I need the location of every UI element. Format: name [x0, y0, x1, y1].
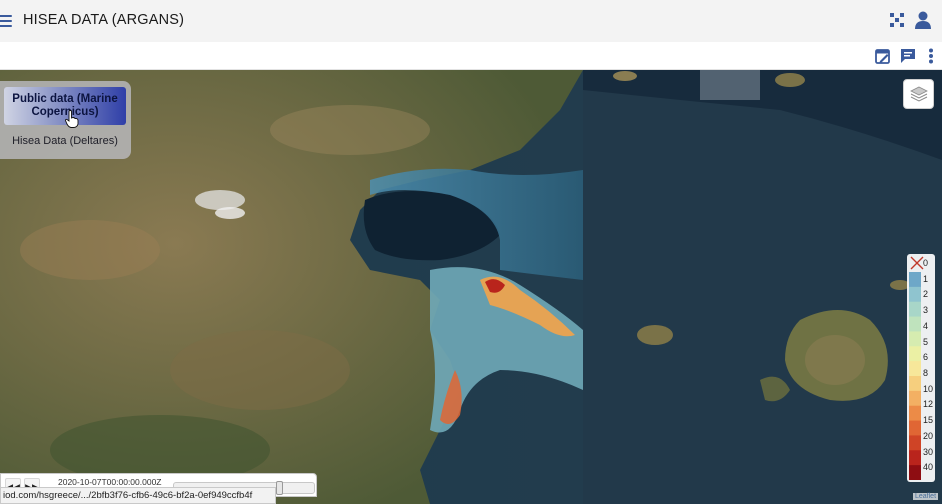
- comment-icon[interactable]: [899, 47, 917, 65]
- hamburger-menu-icon[interactable]: [0, 12, 12, 28]
- legend-label: 15: [923, 415, 934, 426]
- legend-label: 8: [923, 368, 929, 378]
- legend-swatch: [909, 286, 921, 303]
- hand-cursor-icon: [65, 110, 79, 128]
- legend-label: 1: [923, 273, 929, 284]
- legend-label: 2: [923, 289, 929, 300]
- legend-label: 30: [923, 446, 934, 457]
- legend-swatch: [909, 272, 921, 288]
- layer-item-hisea-data[interactable]: Hisea Data (Deltares): [4, 131, 126, 151]
- legend-swatch: [909, 465, 921, 480]
- legend-swatch: [909, 390, 921, 407]
- legend-label: 0: [923, 258, 929, 268]
- legend-label: 4: [923, 320, 929, 331]
- legend-swatch: [909, 361, 921, 377]
- legend-label: 3: [923, 305, 929, 316]
- app-title: HISEA DATA (ARGANS): [23, 12, 185, 28]
- app-bar: HISEA DATA (ARGANS): [0, 0, 942, 42]
- more-vertical-icon[interactable]: [922, 47, 940, 65]
- legend-swatch: [909, 435, 921, 451]
- color-legend: 0 1 2 3 4 5 6 8 10 12 15 20 30 40: [907, 254, 935, 482]
- close-icon[interactable]: [910, 256, 924, 270]
- legend-label: 10: [923, 383, 934, 394]
- legend-swatch: [909, 316, 921, 332]
- legend-label: 6: [923, 352, 929, 363]
- legend-swatch: [909, 376, 921, 392]
- legend-label: 5: [923, 336, 929, 347]
- legend-swatch: [909, 346, 921, 362]
- edit-calendar-icon[interactable]: [874, 47, 892, 65]
- time-slider-thumb[interactable]: [276, 481, 283, 495]
- map-toolbar: [0, 42, 942, 70]
- legend-swatch: [909, 331, 921, 347]
- apps-grid-icon[interactable]: [889, 12, 905, 28]
- legend-label: 20: [923, 430, 934, 441]
- legend-swatch: [909, 301, 921, 318]
- layers-button[interactable]: [903, 79, 934, 109]
- legend-color-bar: [909, 272, 921, 480]
- legend-swatch: [909, 420, 921, 436]
- user-account-icon[interactable]: [914, 10, 932, 30]
- legend-label: 12: [923, 399, 934, 410]
- status-url: iod.com/hsgreece/.../2bfb3f76-cfb6-49c6-…: [0, 487, 276, 504]
- legend-label: 40: [923, 462, 934, 473]
- map-attribution[interactable]: Leaflet: [913, 493, 939, 500]
- time-display: 2020-10-07T00:00:00.000Z: [58, 477, 162, 487]
- map-view[interactable]: [0, 70, 942, 504]
- layers-icon: [909, 86, 928, 102]
- satellite-map-image: [0, 70, 942, 504]
- legend-swatch: [909, 405, 921, 422]
- legend-swatch: [909, 450, 921, 466]
